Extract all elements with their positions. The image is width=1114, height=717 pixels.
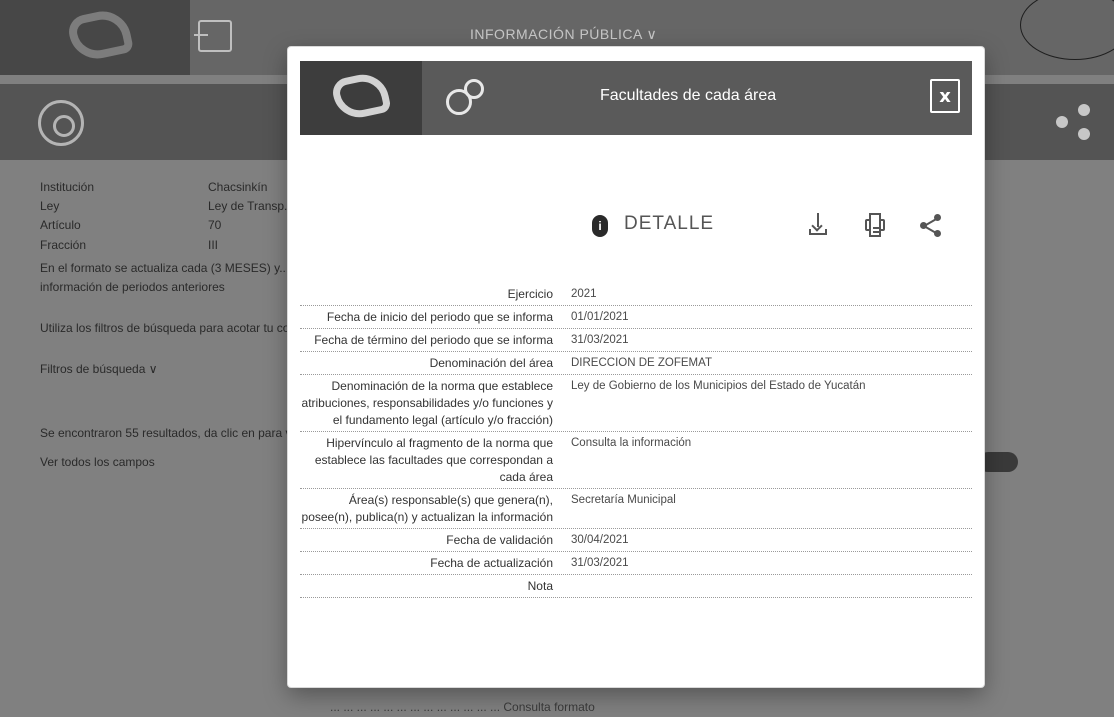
field-value — [571, 578, 972, 595]
field-label: Fecha de actualización — [430, 556, 553, 570]
field-label: Fecha de inicio del periodo que se infor… — [326, 310, 553, 324]
field-value: 31/03/2021 — [571, 334, 629, 346]
field-row-norma: Denominación de la norma que establece a… — [300, 375, 972, 432]
modal-header: Facultades de cada área x — [300, 61, 972, 135]
field-value: 30/04/2021 — [571, 534, 629, 546]
field-label: Fecha de término del periodo que se info… — [314, 333, 553, 347]
download-icon[interactable] — [806, 211, 832, 239]
field-value: 31/03/2021 — [571, 557, 629, 569]
field-value: 2021 — [571, 288, 597, 300]
field-value: 01/01/2021 — [571, 311, 629, 323]
field-label: Fecha de validación — [446, 533, 553, 547]
field-value: Secretaría Municipal — [571, 494, 676, 506]
field-row-nota: Nota — [300, 575, 972, 598]
detail-toolbar: i DETALLE — [582, 207, 962, 247]
field-label: Área(s) responsable(s) que genera(n), po… — [301, 493, 553, 524]
field-value: Ley de Gobierno de los Municipios del Es… — [571, 380, 866, 392]
field-label: Denominación del área — [429, 356, 553, 370]
field-row-actualizacion: Fecha de actualización 31/03/2021 — [300, 552, 972, 575]
field-row-area: Denominación del área DIRECCION DE ZOFEM… — [300, 352, 972, 375]
field-label: Denominación de la norma que establece a… — [301, 379, 553, 427]
field-row-hipervinculo: Hipervínculo al fragmento de la norma qu… — [300, 432, 972, 489]
print-icon[interactable] — [862, 211, 888, 239]
logo-mark-icon — [330, 69, 392, 123]
field-row-validacion: Fecha de validación 30/04/2021 — [300, 529, 972, 552]
field-value: DIRECCION DE ZOFEMAT — [571, 357, 712, 369]
gears-icon — [446, 79, 486, 119]
field-row-ejercicio: Ejercicio 2021 — [300, 283, 972, 306]
detail-heading: DETALLE — [624, 213, 715, 234]
consulta-informacion-link[interactable]: Consulta la información — [571, 435, 972, 486]
detail-fields: Ejercicio 2021 Fecha de inicio del perio… — [300, 283, 972, 598]
field-row-fecha-termino: Fecha de término del periodo que se info… — [300, 329, 972, 352]
modal-logo — [300, 61, 422, 135]
info-icon: i — [592, 215, 608, 237]
field-label: Nota — [527, 579, 553, 593]
field-row-responsable: Área(s) responsable(s) que genera(n), po… — [300, 489, 972, 529]
detail-modal: Facultades de cada área x i DETALLE Ejer… — [288, 47, 984, 687]
field-label: Ejercicio — [507, 287, 553, 301]
modal-title: Facultades de cada área — [600, 87, 777, 104]
field-row-fecha-inicio: Fecha de inicio del periodo que se infor… — [300, 306, 972, 329]
field-label: Hipervínculo al fragmento de la norma qu… — [314, 436, 553, 484]
close-button[interactable]: x — [930, 79, 960, 113]
share-icon[interactable] — [918, 211, 944, 239]
